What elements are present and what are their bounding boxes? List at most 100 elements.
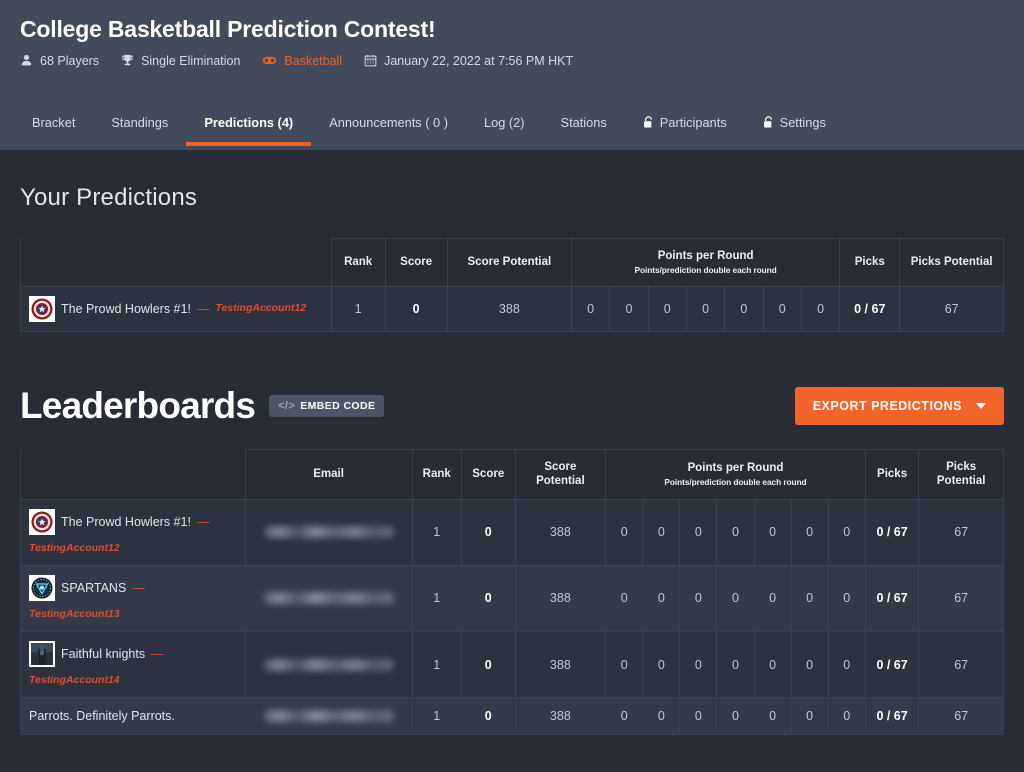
tab-log-label: Log (2)	[484, 114, 525, 130]
meta-sport[interactable]: Basketball	[262, 54, 342, 68]
score-potential-cell: 388	[446, 285, 573, 332]
round-cell: 0	[605, 697, 644, 736]
round-cell: 0	[753, 498, 792, 566]
tab-predictions-label: Predictions (4)	[204, 114, 294, 130]
redacted-email	[263, 658, 394, 671]
picks-cell: 0 / 67	[864, 498, 920, 566]
table-row[interactable]: The Prowd Howlers #1! — TestingAccount12…	[20, 498, 1004, 566]
round-cell: 0	[716, 564, 755, 633]
picks-potential-cell: 67	[918, 631, 1004, 699]
table-row[interactable]: Parrots. Definitely Parrots. 1 0 388 0 0…	[20, 697, 1004, 736]
round-cell: 0	[570, 285, 611, 332]
meta-sport-label: Basketball	[284, 53, 343, 68]
col-picks-potential: Picks Potential	[899, 238, 1004, 287]
col-score: Score	[460, 448, 516, 500]
table-row[interactable]: The Prowd Howlers #1! — TestingAccount12…	[20, 285, 1004, 332]
tab-stations[interactable]: Stations	[543, 115, 625, 146]
round-cell: 0	[642, 564, 681, 633]
redacted-email	[263, 592, 394, 605]
score-potential-cell: 388	[514, 631, 607, 699]
tab-settings[interactable]: Settings	[745, 115, 844, 146]
page-title: College Basketball Prediction Contest!	[20, 16, 436, 42]
tab-announcements[interactable]: Announcements ( 0 )	[311, 115, 466, 146]
round-cell: 0	[790, 564, 829, 633]
table-row[interactable]: Faithful knights — TestingAccount14 1 0 …	[20, 631, 1004, 699]
round-cell: 0	[685, 285, 726, 332]
table-header-row: Email Rank Score Score Potential Points …	[20, 448, 1004, 500]
round-cell: 0	[642, 631, 681, 699]
round-cell: 0	[679, 697, 718, 736]
person-icon	[20, 54, 33, 67]
embed-code-button[interactable]: </> EMBED CODE	[269, 394, 385, 417]
player-cell: The Prowd Howlers #1! — TestingAccount12	[20, 285, 332, 332]
rank-cell: 1	[330, 285, 386, 332]
picks-cell: 0 / 67	[864, 564, 920, 633]
export-predictions-label: EXPORT PREDICTIONS	[812, 398, 962, 413]
unlock-icon	[763, 115, 774, 129]
meta-players: 68 Players	[20, 54, 99, 68]
picks-cell: 0 / 67	[864, 697, 920, 736]
rank-cell: 1	[411, 564, 462, 633]
round-cell: 0	[605, 564, 644, 633]
round-cell: 0	[605, 498, 644, 566]
event-meta-row: 68 Players Single Elimination Basketball…	[20, 54, 1004, 68]
col-picks: Picks	[839, 238, 901, 287]
score-cell: 0	[460, 631, 516, 699]
picks-potential-cell: 67	[899, 285, 1004, 332]
leaderboards-table-body: The Prowd Howlers #1! — TestingAccount12…	[20, 498, 1004, 736]
score-cell: 0	[384, 285, 448, 332]
leaderboards-title: Leaderboards	[20, 385, 256, 427]
export-predictions-button[interactable]: EXPORT PREDICTIONS	[794, 386, 1004, 425]
page-header: College Basketball Prediction Contest! 6…	[0, 0, 1024, 150]
knight-photo-avatar	[29, 641, 55, 668]
embed-code-label: EMBED CODE	[300, 399, 376, 412]
player-separator: —	[196, 514, 210, 529]
picks-cell: 0 / 67	[839, 285, 901, 332]
round-cell: 0	[716, 697, 755, 736]
round-cell: 0	[827, 498, 866, 566]
your-predictions-title: Your Predictions	[20, 184, 198, 211]
tab-standings-label: Standings	[111, 114, 169, 130]
round-cell: 0	[753, 631, 792, 699]
col-points-per-round: Points per Round Points/prediction doubl…	[570, 238, 841, 287]
captain-america-shield-avatar	[29, 295, 55, 322]
col-score-potential: Score Potential	[514, 448, 607, 500]
tab-participants[interactable]: Participants	[625, 115, 745, 146]
meta-datetime-label: January 22, 2022 at 7:56 PM HKT	[384, 53, 574, 68]
col-rank: Rank	[330, 238, 386, 287]
tab-participants-label: Participants	[659, 114, 727, 130]
tab-bracket-label: Bracket	[32, 114, 76, 130]
tab-stations-label: Stations	[560, 114, 607, 130]
points-per-round-label: Points per Round	[657, 250, 754, 262]
col-score-potential: Score Potential	[446, 238, 573, 287]
player-separator: —	[151, 647, 164, 661]
tab-predictions[interactable]: Predictions (4)	[186, 114, 312, 146]
round-cell: 0	[679, 631, 718, 699]
col-rank: Rank	[411, 448, 462, 500]
col-picks-potential: Picks Potential	[918, 448, 1004, 500]
tab-log[interactable]: Log (2)	[466, 115, 543, 146]
score-cell: 0	[460, 498, 516, 566]
chevron-down-icon	[976, 402, 986, 409]
round-cell: 0	[753, 564, 792, 633]
score-cell: 0	[460, 564, 516, 633]
player-cell: The Prowd Howlers #1! — TestingAccount12	[20, 498, 246, 566]
score-cell: 0	[460, 697, 516, 736]
code-icon: </>	[278, 399, 296, 412]
calendar-icon	[364, 54, 377, 67]
round-cell: 0	[827, 697, 866, 736]
email-cell	[244, 498, 413, 566]
round-cell: 0	[679, 498, 718, 566]
round-cell: 0	[679, 564, 718, 633]
table-row[interactable]: SPARTANS — TestingAccount13 1 0 388 0 0 …	[20, 564, 1004, 633]
player-handle: TestingAccount12	[215, 302, 307, 315]
your-predictions-table: Rank Score Score Potential Points per Ro…	[20, 238, 1004, 332]
picks-potential-cell: 67	[918, 697, 1004, 736]
leaderboards-bar: Leaderboards </> EMBED CODE EXPORT PREDI…	[20, 385, 1004, 427]
round-cell: 0	[642, 498, 681, 566]
meta-datetime: January 22, 2022 at 7:56 PM HKT	[364, 54, 573, 68]
tab-bracket[interactable]: Bracket	[20, 115, 93, 146]
tab-standings[interactable]: Standings	[93, 115, 186, 146]
player-cell: Faithful knights — TestingAccount14	[20, 631, 246, 699]
round-cell: 0	[605, 631, 644, 699]
